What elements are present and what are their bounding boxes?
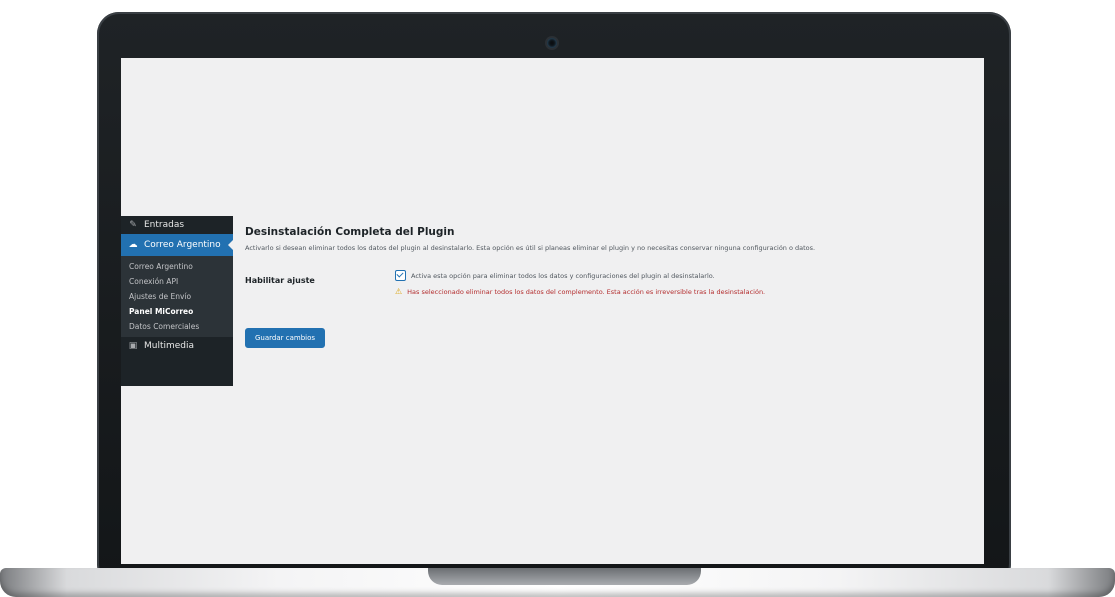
submenu-item-correo-argentino[interactable]: Correo Argentino [121, 259, 233, 274]
laptop-notch [428, 568, 701, 585]
warning-text: Has seleccionado eliminar todos los dato… [407, 287, 766, 296]
menu-item-label: Correo Argentino [144, 240, 221, 250]
submenu-item-panel-micorreo[interactable]: Panel MiCorreo [121, 304, 233, 319]
page-title: Desinstalación Completa del Plugin [245, 226, 455, 238]
laptop-frame: ✎ Entradas ☁ Correo Argentino Correo Arg… [97, 12, 1011, 586]
checkbox-text: Activa esta opción para eliminar todos l… [411, 271, 715, 280]
screen: ✎ Entradas ☁ Correo Argentino Correo Arg… [121, 58, 984, 564]
submenu-item-conexion-api[interactable]: Conexión API [121, 274, 233, 289]
submenu: Correo Argentino Conexión API Ajustes de… [121, 256, 233, 337]
field-label: Habilitar ajuste [245, 276, 315, 285]
menu-item-entradas[interactable]: ✎ Entradas [121, 216, 233, 234]
save-button[interactable]: Guardar cambios [245, 328, 326, 348]
settings-row: Habilitar ajuste Activa esta opción para… [245, 270, 974, 296]
warning-icon: ⚠ [395, 287, 403, 296]
camera-icon [547, 38, 557, 48]
admin-sidebar: ✎ Entradas ☁ Correo Argentino Correo Arg… [121, 216, 234, 386]
menu-item-label: Entradas [144, 220, 185, 230]
pin-icon: ✎ [129, 220, 137, 230]
checkbox-line: Activa esta opción para eliminar todos l… [395, 270, 765, 281]
menu-item-multimedia[interactable]: ▣ Multimedia [121, 337, 233, 355]
submenu-item-ajustes-envio[interactable]: Ajustes de Envío [121, 289, 233, 304]
field-control: Activa esta opción para eliminar todos l… [395, 270, 765, 296]
warning-line: ⚠ Has seleccionado eliminar todos los da… [395, 287, 765, 296]
media-icon: ▣ [128, 341, 138, 351]
page-description: Activarlo si desean eliminar todos los d… [245, 244, 816, 252]
cloud-icon: ☁ [128, 240, 138, 250]
main-content: Desinstalación Completa del Plugin Activ… [245, 226, 974, 348]
submenu-item-datos-comerciales[interactable]: Datos Comerciales [121, 319, 233, 334]
enable-checkbox[interactable] [395, 270, 406, 281]
menu-item-label: Multimedia [144, 341, 195, 351]
menu-item-correo-argentino[interactable]: ☁ Correo Argentino [121, 234, 234, 256]
